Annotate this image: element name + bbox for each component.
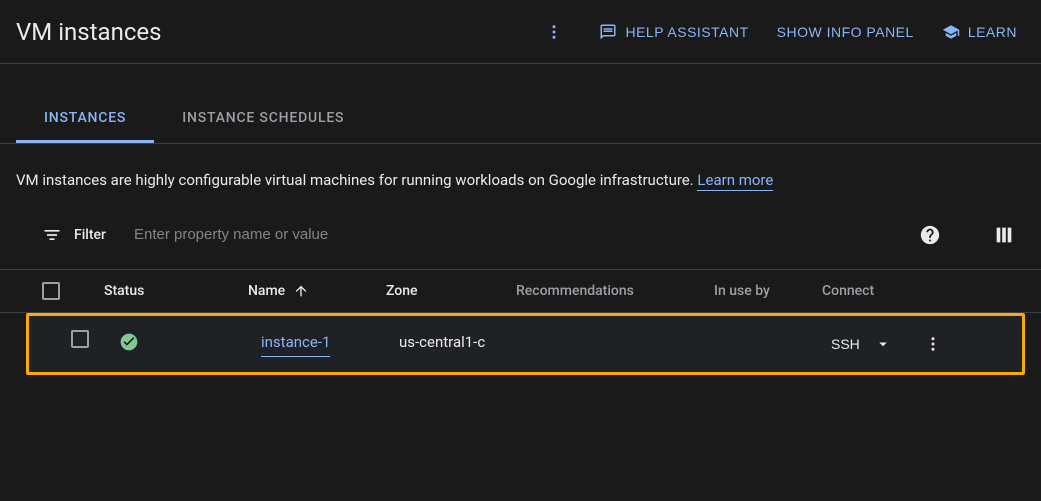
filter-icon[interactable] <box>42 225 62 245</box>
show-info-panel-button[interactable]: SHOW INFO PANEL <box>777 24 914 40</box>
select-all-checkbox[interactable] <box>42 282 60 300</box>
filter-bar: Filter <box>0 200 1041 269</box>
tab-instance-schedules[interactable]: INSTANCE SCHEDULES <box>154 96 372 143</box>
row-checkbox[interactable] <box>71 330 89 348</box>
tab-instances[interactable]: INSTANCES <box>16 96 154 143</box>
more-vert-icon[interactable] <box>537 15 571 49</box>
description-text: VM instances are highly configurable vir… <box>0 144 1041 200</box>
filter-input[interactable] <box>126 218 907 251</box>
instances-table: Status Name Zone Recommendations In use … <box>0 269 1041 375</box>
sort-asc-icon <box>293 283 309 299</box>
instance-name-link[interactable]: instance-1 <box>261 330 330 357</box>
chat-icon <box>599 23 617 41</box>
ssh-button[interactable]: SSH <box>821 330 870 358</box>
filter-label: Filter <box>74 227 106 243</box>
page-title: VM instances <box>16 18 162 46</box>
school-icon <box>942 23 960 41</box>
column-header-status[interactable]: Status <box>104 283 248 299</box>
row-more-icon[interactable] <box>924 335 942 353</box>
column-header-recommendations[interactable]: Recommendations <box>516 283 714 299</box>
columns-icon[interactable] <box>993 224 1015 246</box>
page-header: VM instances HELP ASSISTANT SHOW INFO PA… <box>0 0 1041 64</box>
column-header-inuseby[interactable]: In use by <box>714 283 800 299</box>
column-header-name[interactable]: Name <box>248 283 386 299</box>
status-running-icon <box>119 332 139 352</box>
zone-text: us-central1-c <box>399 333 485 351</box>
learn-button[interactable]: LEARN <box>942 23 1017 41</box>
table-header: Status Name Zone Recommendations In use … <box>0 269 1041 313</box>
header-actions: HELP ASSISTANT SHOW INFO PANEL LEARN <box>537 15 1017 49</box>
help-icon[interactable] <box>919 224 941 246</box>
tabs: INSTANCES INSTANCE SCHEDULES <box>0 96 1041 144</box>
table-row[interactable]: instance-1 us-central1-c SSH <box>26 313 1025 375</box>
ssh-dropdown-icon[interactable] <box>874 335 892 353</box>
learn-more-link[interactable]: Learn more <box>697 171 773 191</box>
help-assistant-button[interactable]: HELP ASSISTANT <box>599 23 748 41</box>
column-header-connect[interactable]: Connect <box>800 283 950 299</box>
column-header-zone[interactable]: Zone <box>386 283 516 299</box>
